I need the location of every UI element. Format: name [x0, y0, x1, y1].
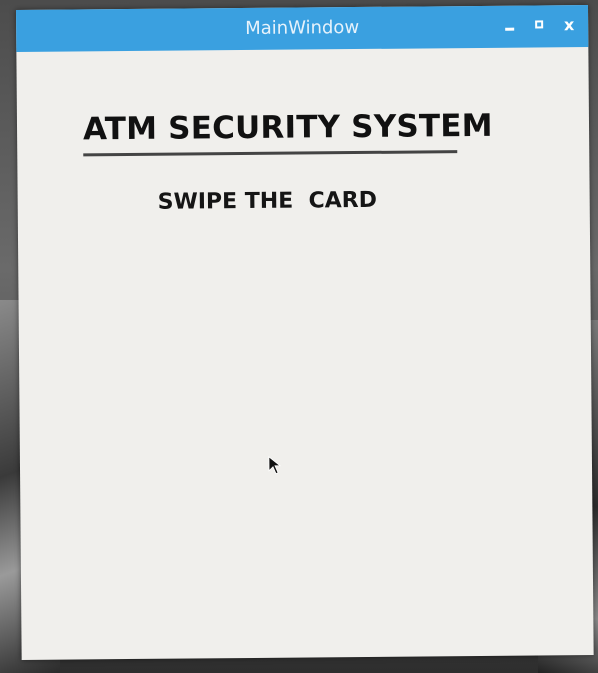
close-button[interactable]: x: [560, 14, 578, 34]
minimize-icon: [504, 27, 514, 31]
title-bar[interactable]: MainWindow x: [16, 5, 589, 52]
maximize-icon: [535, 20, 544, 29]
instruction-label: SWIPE THE CARD: [157, 187, 378, 215]
desktop-background: MainWindow x ATM SECURITY SYSTEM SWIPE T…: [0, 0, 598, 673]
close-icon: x: [563, 14, 575, 34]
page-title: ATM SECURITY SYSTEM: [82, 107, 493, 148]
maximize-button[interactable]: [530, 14, 548, 34]
main-window: MainWindow x ATM SECURITY SYSTEM SWIPE T…: [16, 5, 594, 660]
minimize-button[interactable]: [500, 15, 518, 35]
mouse-pointer-icon: [268, 455, 282, 475]
window-controls: x: [500, 14, 578, 35]
title-underline: [83, 150, 458, 157]
